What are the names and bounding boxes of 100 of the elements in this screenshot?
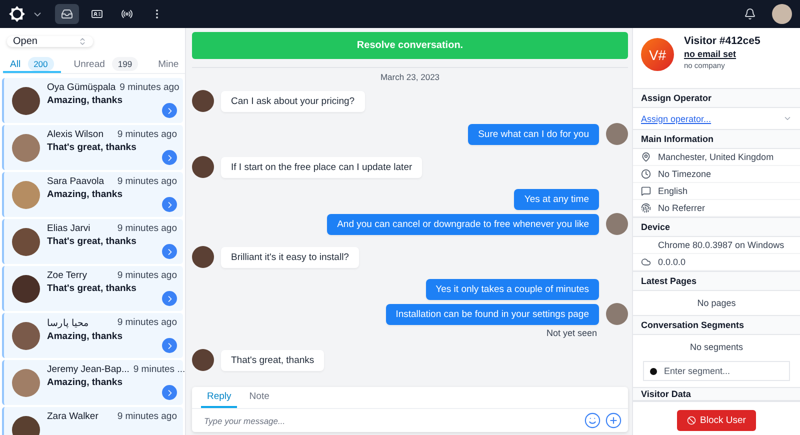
logo-icon[interactable]: [8, 5, 26, 23]
filter-tab[interactable]: Mine: [151, 57, 185, 73]
cloud-icon: [641, 257, 651, 267]
conversation-item[interactable]: Sara Paavola 9 minutes ago Amazing, thanks: [2, 172, 183, 217]
info-text: English: [658, 186, 688, 196]
block-icon: [687, 416, 696, 425]
avatar: [12, 228, 40, 256]
open-button[interactable]: [162, 291, 177, 306]
message-preview: That's great, thanks: [47, 283, 138, 294]
message-preview: Amazing, thanks: [47, 95, 124, 106]
section-header: Visitor Data: [633, 387, 800, 401]
message-preview: Amazing, thanks: [47, 331, 124, 342]
info-text: 0.0.0.0: [658, 257, 686, 267]
date-text: March 23, 2023: [380, 72, 440, 82]
inbox-icon: [61, 8, 73, 20]
message-preview: Amazing, thanks: [47, 189, 124, 200]
avatar: [12, 275, 40, 303]
segment-input-field[interactable]: Enter segment...: [643, 361, 790, 381]
status-text: Not yet seen: [546, 328, 597, 338]
avatar: [12, 134, 40, 162]
message-preview: That's great, thanks: [47, 142, 138, 153]
email-link[interactable]: no email set: [684, 49, 760, 59]
user-avatar[interactable]: [772, 4, 792, 24]
avatar: [12, 322, 40, 350]
avatar: [12, 181, 40, 209]
message-input[interactable]: Type your message...: [202, 414, 580, 426]
open-button[interactable]: [162, 197, 177, 212]
message-preview: That's great, thanks: [47, 236, 138, 247]
time-text: 9 minutes ago: [120, 82, 180, 93]
contact-name: محیا پارسا: [47, 317, 89, 329]
message-bubble: That's great, thanks: [221, 350, 324, 370]
conversation-item[interactable]: Oya Gümüşpala 9 minutes ago Amazing, thanks: [2, 78, 183, 123]
conversation-item[interactable]: Alexis Wilson 9 minutes ago That's great, thanks: [2, 125, 183, 170]
contact-name: Sara Paavola: [47, 176, 104, 187]
section-header: Assign Operator: [633, 88, 800, 108]
count-badge: 199: [112, 57, 138, 71]
message-bubble: Yes at any time: [514, 189, 599, 210]
section-header: Main Information: [633, 129, 800, 149]
plus-circle-icon: [605, 412, 622, 429]
time-text: 9 minutes ago: [117, 270, 177, 281]
contact-name: Oya Gümüşpala: [47, 82, 116, 93]
avatar: [12, 369, 40, 397]
open-button[interactable]: [162, 385, 177, 400]
add-button[interactable]: [605, 412, 622, 429]
section-header: Device: [633, 217, 800, 237]
contact-card-icon: [91, 8, 103, 20]
smiley-icon: [584, 412, 601, 429]
chevrons-up-down-icon: [78, 37, 87, 46]
info-text: No Timezone: [658, 169, 712, 179]
filter-tab[interactable]: All 200: [3, 57, 61, 73]
speech-bubble-icon: [641, 186, 651, 196]
info-text: Manchester, United Kingdom: [658, 152, 774, 162]
section-header: Conversation Segments: [633, 315, 800, 335]
contact-name: Zoe Terry: [47, 270, 87, 281]
visitor-avatar: V#: [641, 38, 674, 71]
conversation-item[interactable]: Jeremy Jean-Bap... 9 minutes ... Amazing, thanks: [2, 360, 183, 405]
empty-text: No segments: [690, 342, 744, 352]
count-badge: 200: [28, 57, 54, 71]
notifications-icon[interactable]: [744, 8, 756, 20]
open-button[interactable]: [162, 244, 177, 259]
filter-tab[interactable]: Unread 199: [66, 57, 146, 73]
inbox-button[interactable]: [55, 4, 79, 24]
time-text: 9 minutes ago: [117, 176, 177, 187]
conversation-item[interactable]: Zara Walker 9 minutes ago: [2, 407, 183, 435]
conversation-item[interactable]: Zoe Terry 9 minutes ago That's great, thanks: [2, 266, 183, 311]
location-pin-icon: [641, 152, 651, 162]
composer-tab[interactable]: Note: [243, 387, 276, 408]
tab-label: All: [10, 58, 21, 70]
open-button[interactable]: [162, 338, 177, 353]
message-bubble: Yes it only takes a couple of minutes: [426, 279, 599, 300]
contact-name: Alexis Wilson: [47, 129, 104, 140]
time-text: 9 minutes ago: [117, 129, 177, 140]
message-bubble: Installation can be found in your settings page: [386, 304, 599, 324]
contact-name: Jeremy Jean-Bap...: [47, 364, 130, 375]
empty-text: No pages: [697, 298, 736, 308]
emoji-button[interactable]: [584, 412, 601, 429]
fingerprint-icon: [641, 203, 651, 213]
avatar: [12, 87, 40, 115]
section-header: Latest Pages: [633, 271, 800, 291]
open-button[interactable]: [162, 103, 177, 118]
time-text: 9 minutes ...: [133, 364, 185, 375]
broadcast-icon: [121, 8, 133, 20]
message-bubble: Brilliant it's it easy to install?: [221, 246, 359, 268]
message-preview: Amazing, thanks: [47, 377, 124, 388]
assign-operator-link[interactable]: Assign operator...: [641, 114, 712, 124]
time-text: 9 minutes ago: [117, 411, 177, 422]
conversation-item[interactable]: Elias Jarvi 9 minutes ago That's great, thanks: [2, 219, 183, 264]
message-bubble: If I start on the free place can I update later: [221, 156, 422, 178]
contact-name: Zara Walker: [47, 411, 98, 422]
time-text: 9 minutes ago: [117, 223, 177, 234]
tab-label: Unread: [74, 58, 105, 70]
open-button[interactable]: [162, 150, 177, 165]
clock-icon: [641, 169, 651, 179]
visitor-name: Visitor #412ce5: [684, 35, 760, 47]
status-select[interactable]: Open: [7, 36, 93, 47]
block-user-button[interactable]: Block User: [677, 410, 756, 431]
contact-name: Elias Jarvi: [47, 223, 90, 234]
message-bubble: Sure what can I do for you: [468, 124, 599, 144]
message-bubble: Can I ask about your pricing?: [221, 90, 365, 112]
composer-tab[interactable]: Reply: [201, 387, 238, 408]
